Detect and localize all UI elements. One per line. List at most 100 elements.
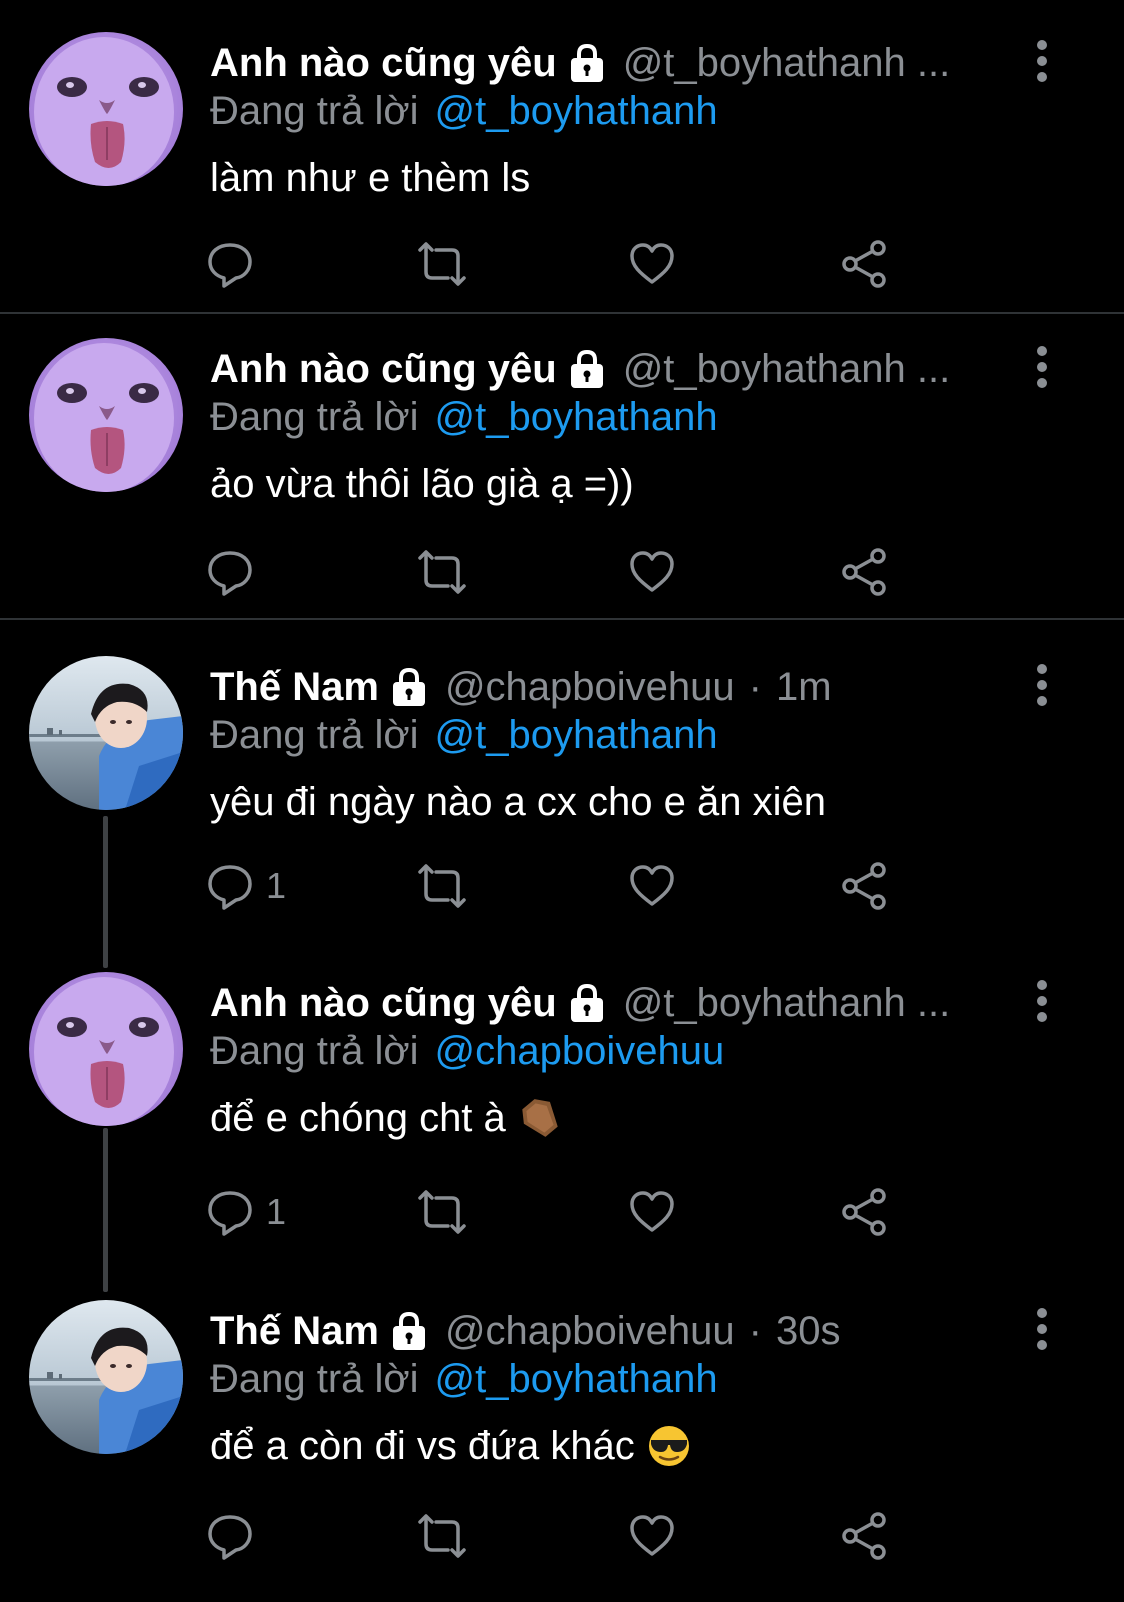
replying-to: Đang trả lời @t_boyhathanh	[210, 1354, 718, 1404]
share-icon	[840, 1512, 888, 1560]
purple-cat-avatar-icon	[29, 338, 183, 492]
avatar[interactable]	[29, 656, 183, 810]
reply-target-link[interactable]: @t_boyhathanh	[435, 1357, 718, 1402]
coffin-emoji-icon	[518, 1096, 562, 1140]
share-button[interactable]	[840, 856, 888, 916]
sunglasses-emoji-icon	[647, 1424, 691, 1468]
lock-icon	[567, 43, 607, 83]
reply-button[interactable]	[206, 1506, 254, 1566]
tweet-header: Anh nào cũng yêu @t_boyhathanh ...	[210, 38, 950, 88]
tweet[interactable]: Anh nào cũng yêu @t_boyhathanh ... Đang …	[0, 313, 1124, 618]
share-button[interactable]	[840, 542, 888, 602]
retweet-icon	[414, 862, 470, 910]
reply-prefix: Đang trả lời	[210, 712, 419, 757]
reply-prefix: Đang trả lời	[210, 394, 419, 439]
reply-icon	[206, 548, 254, 596]
avatar[interactable]	[29, 972, 183, 1126]
reply-icon	[206, 240, 254, 288]
replying-to: Đang trả lời @chapboivehuu	[210, 1026, 724, 1076]
more-options-button[interactable]	[1020, 1304, 1064, 1354]
handle[interactable]: @t_boyhathanh ...	[623, 981, 951, 1026]
display-name[interactable]: Anh nào cũng yêu	[210, 41, 557, 86]
replying-to: Đang trả lời @t_boyhathanh	[210, 86, 718, 136]
timestamp[interactable]: 1m	[776, 665, 832, 710]
tweet-text: yêu đi ngày nào a cx cho e ăn xiên	[210, 774, 826, 830]
tweet[interactable]: Anh nào cũng yêu @t_boyhathanh ... Đang …	[0, 948, 1124, 1270]
handle[interactable]: @chapboivehuu	[445, 1309, 735, 1354]
tweet-header: Thế Nam @chapboivehuu · 1m	[210, 662, 832, 712]
like-button[interactable]	[628, 542, 676, 602]
replying-to: Đang trả lời @t_boyhathanh	[210, 392, 718, 442]
boy-sea-avatar-icon	[29, 1300, 183, 1454]
share-icon	[840, 862, 888, 910]
tweet-text-content: yêu đi ngày nào a cx cho e ăn xiên	[210, 779, 826, 824]
like-button[interactable]	[628, 1506, 676, 1566]
reply-prefix: Đang trả lời	[210, 1028, 419, 1073]
share-button[interactable]	[840, 1182, 888, 1242]
retweet-button[interactable]	[414, 1182, 470, 1242]
retweet-button[interactable]	[414, 856, 470, 916]
avatar[interactable]	[29, 32, 183, 186]
reply-prefix: Đang trả lời	[210, 88, 419, 133]
separator-dot: ·	[748, 1308, 762, 1353]
like-button[interactable]	[628, 1182, 676, 1242]
lock-icon	[389, 1311, 429, 1351]
more-options-button[interactable]	[1020, 342, 1064, 392]
avatar[interactable]	[29, 338, 183, 492]
display-name[interactable]: Thế Nam	[210, 1309, 379, 1354]
boy-sea-avatar-icon	[29, 656, 183, 810]
tweet-text: để a còn đi vs đứa khác	[210, 1418, 691, 1474]
retweet-button[interactable]	[414, 1506, 470, 1566]
share-button[interactable]	[840, 234, 888, 294]
tweet[interactable]: Anh nào cũng yêu @t_boyhathanh ... Đang …	[0, 0, 1124, 313]
like-icon	[628, 1188, 676, 1236]
like-icon	[628, 862, 676, 910]
tweet-text: ảo vừa thôi lão già ạ =))	[210, 456, 634, 512]
tweet-text-content: ảo vừa thôi lão già ạ =))	[210, 461, 634, 506]
more-vertical-icon	[1036, 345, 1048, 389]
tweet-header: Anh nào cũng yêu @t_boyhathanh ...	[210, 344, 950, 394]
reply-target-link[interactable]: @t_boyhathanh	[435, 89, 718, 134]
retweet-icon	[414, 1512, 470, 1560]
retweet-icon	[414, 1188, 470, 1236]
retweet-button[interactable]	[414, 234, 470, 294]
more-options-button[interactable]	[1020, 36, 1064, 86]
replying-to: Đang trả lời @t_boyhathanh	[210, 710, 718, 760]
action-bar	[206, 234, 926, 294]
tweet-text: để e chóng cht à	[210, 1090, 562, 1146]
display-name[interactable]: Anh nào cũng yêu	[210, 981, 557, 1026]
like-button[interactable]	[628, 234, 676, 294]
reply-icon	[206, 1512, 254, 1560]
reply-target-link[interactable]: @chapboivehuu	[435, 1029, 725, 1074]
more-options-button[interactable]	[1020, 976, 1064, 1026]
reply-target-link[interactable]: @t_boyhathanh	[435, 395, 718, 440]
action-bar: 1	[206, 856, 926, 916]
reply-button[interactable]	[206, 234, 254, 294]
avatar[interactable]	[29, 1300, 183, 1454]
tweet-text-content: để a còn đi vs đứa khác	[210, 1423, 635, 1468]
tweet[interactable]: Thế Nam @chapboivehuu · 1m Đang trả lời …	[0, 620, 1124, 948]
tweet-text-content: để e chóng cht à	[210, 1095, 506, 1140]
reply-button[interactable]: 1	[206, 856, 286, 916]
tweet[interactable]: Thế Nam @chapboivehuu · 30s Đang trả lời…	[0, 1270, 1124, 1602]
lock-icon	[567, 983, 607, 1023]
display-name[interactable]: Thế Nam	[210, 665, 379, 710]
timestamp[interactable]: 30s	[776, 1309, 841, 1354]
purple-cat-avatar-icon	[29, 32, 183, 186]
retweet-button[interactable]	[414, 542, 470, 602]
like-button[interactable]	[628, 856, 676, 916]
reply-button[interactable]: 1	[206, 1182, 286, 1242]
handle[interactable]: @t_boyhathanh ...	[623, 41, 951, 86]
reply-button[interactable]	[206, 542, 254, 602]
like-icon	[628, 548, 676, 596]
handle[interactable]: @t_boyhathanh ...	[623, 347, 951, 392]
reply-target-link[interactable]: @t_boyhathanh	[435, 713, 718, 758]
display-name[interactable]: Anh nào cũng yêu	[210, 347, 557, 392]
reply-count: 1	[266, 865, 287, 906]
handle[interactable]: @chapboivehuu	[445, 665, 735, 710]
like-icon	[628, 1512, 676, 1560]
share-button[interactable]	[840, 1506, 888, 1566]
reply-icon	[206, 1188, 254, 1236]
more-options-button[interactable]	[1020, 660, 1064, 710]
separator-dot: ·	[748, 664, 762, 709]
